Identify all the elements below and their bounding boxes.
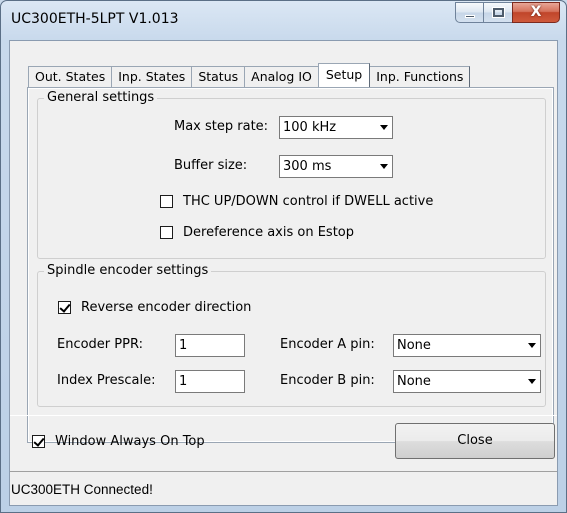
status-bar: UC300ETH Connected! bbox=[10, 471, 557, 505]
app-window: UC300ETH-5LPT V1.013 X Out. States Inp. … bbox=[0, 0, 567, 513]
checkbox-box[interactable] bbox=[160, 226, 173, 239]
encoder-b-pin-label: Encoder B pin: bbox=[280, 373, 375, 388]
buffer-size-value: 300 ms bbox=[283, 159, 332, 174]
dereference-axis-label: Dereference axis on Estop bbox=[183, 225, 355, 240]
encoder-a-pin-select[interactable]: None bbox=[393, 334, 541, 357]
general-settings-group: General settings Max step rate: 100 kHz … bbox=[37, 90, 546, 259]
encoder-ppr-label: Encoder PPR: bbox=[57, 337, 143, 352]
minimize-icon bbox=[465, 15, 475, 18]
window-title: UC300ETH-5LPT V1.013 bbox=[11, 11, 179, 27]
status-text: UC300ETH Connected! bbox=[11, 482, 153, 497]
encoder-a-pin-value: None bbox=[397, 338, 431, 353]
checkbox-box-checked[interactable] bbox=[58, 301, 71, 314]
dereference-axis-checkbox[interactable]: Dereference axis on Estop bbox=[160, 225, 354, 240]
maximize-button[interactable] bbox=[483, 2, 513, 23]
encoder-b-pin-value: None bbox=[397, 374, 431, 389]
tab-setup[interactable]: Setup bbox=[317, 63, 371, 87]
index-prescale-input[interactable]: 1 bbox=[175, 370, 245, 393]
max-step-rate-select[interactable]: 100 kHz bbox=[279, 116, 393, 139]
buffer-size-label: Buffer size: bbox=[174, 158, 248, 173]
checkbox-box-checked[interactable] bbox=[32, 435, 45, 448]
close-button[interactable]: Close bbox=[395, 423, 555, 459]
reverse-encoder-checkbox[interactable]: Reverse encoder direction bbox=[58, 300, 251, 315]
encoder-a-pin-label: Encoder A pin: bbox=[280, 337, 375, 352]
tab-strip: Out. States Inp. States Status Analog IO… bbox=[28, 63, 471, 87]
chevron-down-icon[interactable] bbox=[523, 371, 540, 392]
always-on-top-label: Window Always On Top bbox=[55, 434, 205, 449]
spindle-encoder-legend: Spindle encoder settings bbox=[44, 263, 212, 278]
setup-tab-page: General settings Max step rate: 100 kHz … bbox=[27, 87, 554, 443]
general-settings-legend: General settings bbox=[44, 90, 158, 105]
always-on-top-checkbox[interactable]: Window Always On Top bbox=[32, 434, 205, 449]
minimize-button[interactable] bbox=[455, 2, 484, 23]
encoder-ppr-input[interactable]: 1 bbox=[175, 334, 245, 357]
maximize-icon bbox=[492, 7, 505, 18]
reverse-encoder-label: Reverse encoder direction bbox=[81, 300, 252, 315]
title-bar[interactable]: UC300ETH-5LPT V1.013 X bbox=[1, 1, 566, 39]
encoder-b-pin-select[interactable]: None bbox=[393, 370, 541, 393]
window-controls: X bbox=[455, 2, 560, 23]
footer-divider bbox=[10, 415, 557, 416]
max-step-rate-value: 100 kHz bbox=[283, 120, 337, 135]
checkbox-box[interactable] bbox=[160, 195, 173, 208]
tab-out-states[interactable]: Out. States bbox=[28, 66, 113, 87]
tab-inp-functions[interactable]: Inp. Functions bbox=[369, 66, 471, 87]
chevron-down-icon[interactable] bbox=[375, 156, 392, 177]
tab-status[interactable]: Status bbox=[191, 66, 246, 87]
max-step-rate-label: Max step rate: bbox=[174, 119, 269, 134]
window-close-button[interactable]: X bbox=[512, 2, 560, 23]
chevron-down-icon[interactable] bbox=[523, 335, 540, 356]
spindle-encoder-group: Spindle encoder settings Reverse encoder… bbox=[37, 263, 546, 407]
thc-control-label: THC UP/DOWN control if DWELL active bbox=[183, 194, 434, 209]
tab-inp-states[interactable]: Inp. States bbox=[111, 66, 193, 87]
chevron-down-icon[interactable] bbox=[375, 117, 392, 138]
close-icon: X bbox=[530, 4, 542, 20]
client-area: Out. States Inp. States Status Analog IO… bbox=[9, 40, 558, 506]
tab-analog-io[interactable]: Analog IO bbox=[244, 66, 319, 87]
thc-control-checkbox[interactable]: THC UP/DOWN control if DWELL active bbox=[160, 194, 433, 209]
buffer-size-select[interactable]: 300 ms bbox=[279, 155, 393, 178]
index-prescale-label: Index Prescale: bbox=[57, 373, 156, 388]
setup-tab-content: General settings Max step rate: 100 kHz … bbox=[28, 88, 553, 442]
